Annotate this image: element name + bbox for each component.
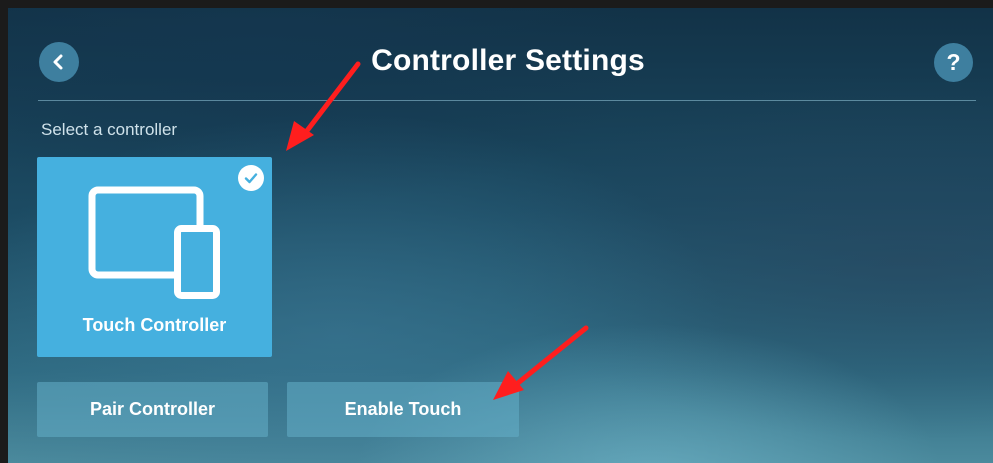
controller-settings-screen: Controller Settings ? Select a controlle… xyxy=(8,8,993,463)
annotation-arrow-enable-touch xyxy=(493,325,589,400)
